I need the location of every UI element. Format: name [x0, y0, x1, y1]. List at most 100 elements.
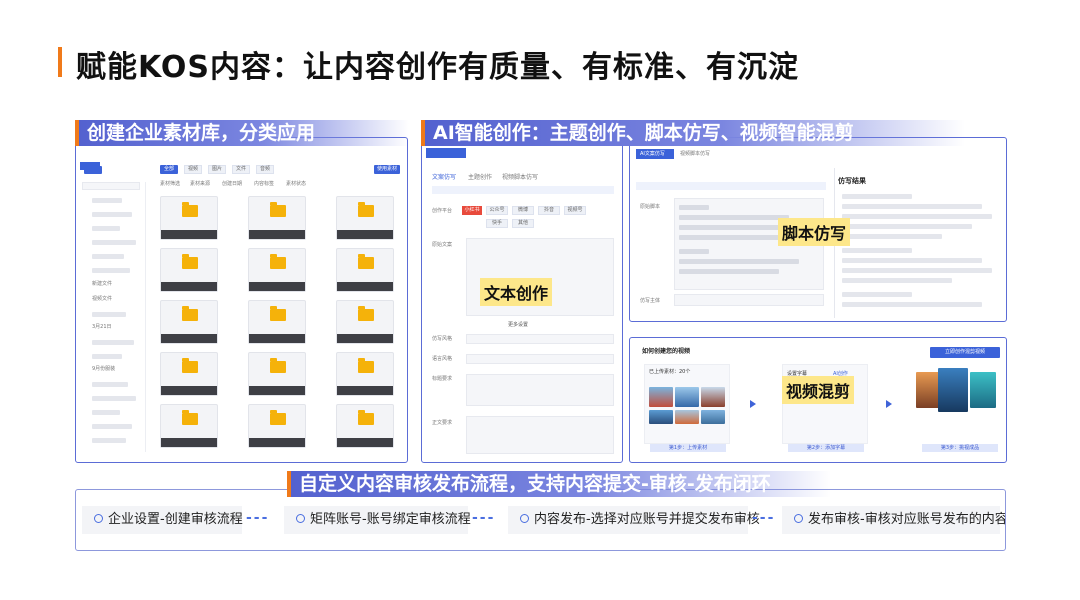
filter-item[interactable]: 素材筛选 — [160, 181, 180, 188]
tree-search-input[interactable] — [82, 182, 140, 190]
folder-card[interactable] — [336, 196, 394, 240]
flow-step-1: 企业设置-创建审核流程 — [82, 506, 243, 534]
field-label: 正文要求 — [432, 420, 453, 426]
flow-step-3: 内容发布-选择对应账号并提交发布审核 — [508, 506, 760, 534]
ai-banner: AI智能创作：主题创作、脚本仿写、视频智能混剪 — [425, 120, 965, 146]
video-thumbnail — [970, 372, 996, 408]
text-tab-active[interactable] — [426, 148, 466, 158]
use-material-button[interactable]: 使用素材 — [374, 165, 400, 174]
result-body — [842, 194, 1000, 316]
video-thumbnail — [649, 410, 673, 424]
toolbar-audio-tab[interactable]: 音频 — [256, 165, 274, 174]
title-requirement-textarea[interactable] — [466, 374, 614, 406]
create-mix-button[interactable]: 立即创作混剪视频 — [930, 347, 1000, 358]
result-thumbnails — [916, 368, 1000, 442]
circle-icon — [296, 514, 305, 523]
flow-banner: 自定义内容审核发布流程，支持内容提交-审核-发布闭环 — [291, 471, 831, 497]
library-banner: 创建企业素材库，分类应用 — [79, 120, 409, 146]
folder-card[interactable] — [160, 196, 218, 240]
subject-label: 仿写主体 — [640, 298, 661, 304]
result-title: 仿写结果 — [838, 177, 866, 185]
video-thumbnail — [701, 387, 725, 407]
folder-card[interactable] — [160, 248, 218, 292]
upload-count: 已上传素材：20个 — [649, 369, 691, 375]
subject-input[interactable] — [674, 294, 824, 306]
arrow-right-icon — [750, 400, 756, 408]
toolbar-file-tab[interactable]: 文件 — [232, 165, 250, 174]
step-tag: 第3步：挑视成品 — [922, 444, 998, 452]
folder-card[interactable] — [248, 404, 306, 448]
flow-step-4: 发布审核-审核对应账号发布的内容 — [782, 506, 1005, 534]
tree-item[interactable]: 新建文件 — [92, 281, 112, 288]
flow-connector: --- — [246, 510, 270, 526]
folder-card[interactable] — [336, 352, 394, 396]
folder-icon — [182, 410, 198, 425]
folder-icon — [182, 202, 198, 217]
folder-icon — [270, 254, 286, 269]
tip-bar — [432, 186, 614, 194]
flow-step-label: 矩阵账号-账号绑定审核流程 — [310, 512, 471, 527]
toolbar-image-tab[interactable]: 图片 — [208, 165, 226, 174]
filter-item[interactable]: 素材状态 — [286, 181, 306, 188]
platform-option[interactable]: 快手 — [486, 219, 508, 228]
folder-card[interactable] — [160, 404, 218, 448]
tree-item[interactable]: 9月份服装 — [92, 366, 115, 373]
flow-step-label: 企业设置-创建审核流程 — [108, 512, 243, 527]
video-mix-label: 视频混剪 — [782, 376, 855, 404]
tree-item[interactable]: 3月21日 — [92, 324, 112, 331]
folder-card[interactable] — [248, 300, 306, 344]
circle-icon — [794, 514, 803, 523]
flow-panel: 企业设置-创建审核流程 --- 矩阵账号-账号绑定审核流程 --- 内容发布-选… — [75, 489, 1006, 551]
platform-option[interactable]: 抖音 — [538, 206, 560, 215]
tab-script-imitation[interactable]: 视频脚本仿写 — [502, 174, 538, 181]
more-settings-link[interactable]: 更多设置 — [508, 322, 528, 329]
folder-icon — [182, 358, 198, 373]
platform-option[interactable]: 其他 — [512, 219, 534, 228]
platform-option[interactable]: 公众号 — [486, 206, 508, 215]
flow-step-label: 内容发布-选择对应账号并提交发布审核 — [534, 512, 760, 527]
tab-topic-creation[interactable]: 主题创作 — [468, 174, 492, 181]
style-input[interactable] — [466, 334, 614, 344]
filter-item[interactable]: 素材来源 — [190, 181, 210, 188]
body-requirement-textarea[interactable] — [466, 416, 614, 454]
tab-copy-imitation[interactable]: 文案仿写 — [432, 174, 456, 181]
folder-card[interactable] — [336, 248, 394, 292]
folder-icon — [358, 306, 374, 321]
page-title: 赋能KOS内容：让内容创作有质量、有标准、有沉淀 — [76, 50, 800, 85]
flow-step-2: 矩阵账号-账号绑定审核流程 — [284, 506, 471, 534]
script-tab-copy[interactable]: AI文案仿写 — [640, 151, 665, 158]
library-panel: 全部 视频 图片 文件 音频 使用素材 素材筛选 素材来源 创建日期 内容标签 … — [75, 137, 408, 463]
folder-card[interactable] — [160, 300, 218, 344]
folder-icon — [270, 410, 286, 425]
filter-item[interactable]: 内容标签 — [254, 181, 274, 188]
platform-option[interactable]: 小红书 — [462, 206, 482, 215]
library-blue-chip[interactable] — [80, 162, 100, 170]
filter-item[interactable]: 创建日期 — [222, 181, 242, 188]
tree-item[interactable]: 视频文件 — [92, 296, 112, 303]
toolbar-all-tab[interactable]: 全部 — [160, 165, 178, 174]
folder-card[interactable] — [248, 196, 306, 240]
folder-icon — [270, 358, 286, 373]
script-tab-video[interactable]: 视频脚本仿写 — [680, 151, 710, 158]
platform-label: 创作平台 — [432, 208, 453, 214]
folder-card[interactable] — [336, 300, 394, 344]
folder-icon — [358, 358, 374, 373]
video-thumbnail — [649, 387, 673, 407]
step-tag: 第2步：添加字幕 — [788, 444, 864, 452]
tone-input[interactable] — [466, 354, 614, 364]
title-accent-bar — [58, 47, 62, 77]
toolbar-video-tab[interactable]: 视频 — [184, 165, 202, 174]
flow-step-label: 发布审核-审核对应账号发布的内容 — [808, 512, 1006, 527]
folder-card[interactable] — [248, 248, 306, 292]
folder-card[interactable] — [160, 352, 218, 396]
platform-option[interactable]: 微博 — [512, 206, 534, 215]
video-thumbnail — [675, 387, 699, 407]
folder-card[interactable] — [336, 404, 394, 448]
folder-card[interactable] — [248, 352, 306, 396]
step-tag: 第1步：上传素材 — [650, 444, 726, 452]
field-label: 标题要求 — [432, 376, 453, 382]
circle-icon — [520, 514, 529, 523]
script-imitation-label: 脚本仿写 — [778, 218, 851, 246]
platform-option[interactable]: 视频号 — [564, 206, 586, 215]
folder-icon — [182, 306, 198, 321]
